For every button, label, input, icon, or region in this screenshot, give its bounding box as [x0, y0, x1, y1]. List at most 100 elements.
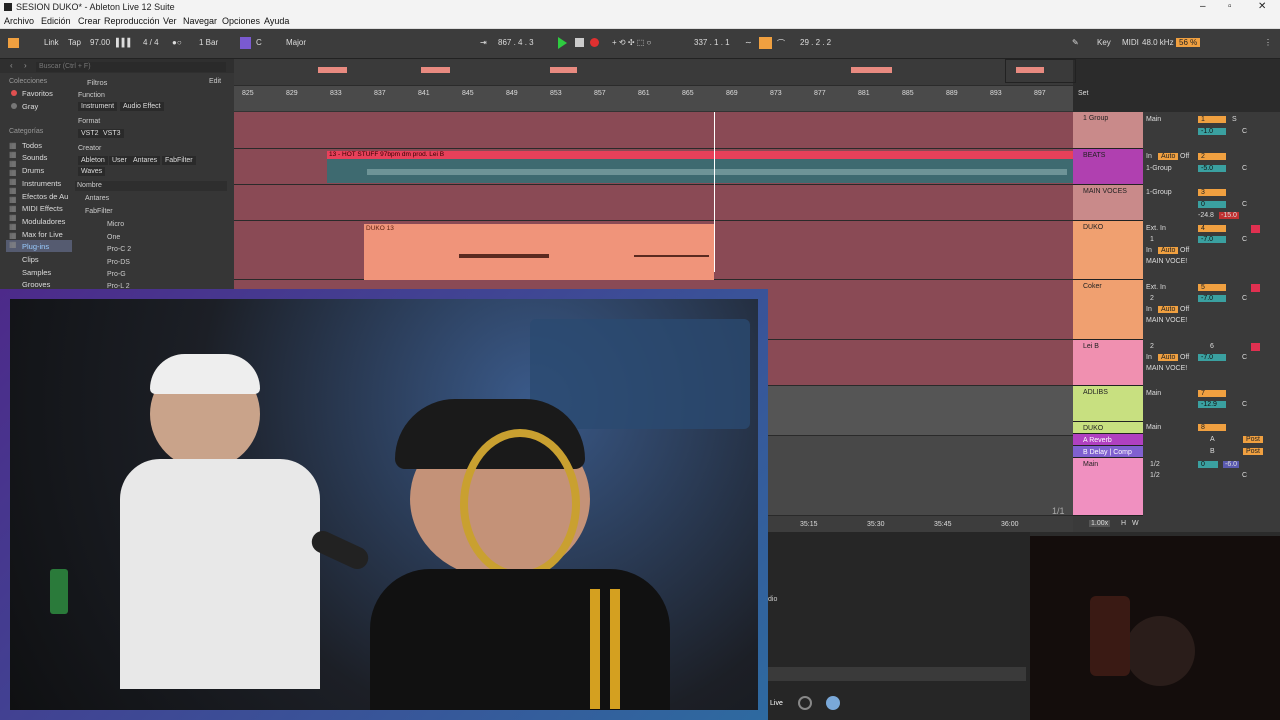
settings-gear-icon[interactable] — [826, 696, 840, 710]
post-button[interactable]: Post — [1243, 436, 1264, 443]
track-route[interactable]: 1-Group — [1146, 189, 1172, 196]
menu-crear[interactable]: Crear — [78, 16, 101, 26]
track-main-voces[interactable]: MAIN VOCES — [1073, 185, 1143, 221]
track-number[interactable]: 2 — [1198, 153, 1226, 160]
name-header[interactable]: Nombre — [77, 182, 102, 189]
tag-waves[interactable]: Waves — [78, 167, 106, 176]
category-samples[interactable]: Samples — [22, 268, 51, 277]
post-button[interactable]: Post — [1243, 448, 1264, 455]
track-adlibs[interactable]: ADLIBS — [1073, 386, 1143, 422]
pan-knob[interactable]: C — [1242, 295, 1247, 302]
tag-user[interactable]: User — [109, 156, 130, 165]
monitor-auto[interactable]: Auto — [1158, 153, 1179, 160]
menu-archivo[interactable]: Archivo — [4, 16, 34, 26]
track-number[interactable]: 4 — [1198, 225, 1226, 232]
track-lei-b[interactable]: Lei B — [1073, 340, 1143, 386]
category-efectos[interactable]: Efectos de Au — [22, 192, 68, 201]
arm-record-icon[interactable] — [1251, 225, 1260, 233]
tree-pro-c2[interactable]: Pro-C 2 — [107, 246, 131, 253]
time-signature-field[interactable]: 4 / 4 — [143, 38, 159, 47]
track-route[interactable]: 1-Group — [1146, 165, 1172, 172]
master-volume[interactable]: 0 — [1198, 461, 1218, 468]
browser-toggle-icon[interactable] — [8, 38, 19, 48]
midi-map-button[interactable]: MIDI — [1122, 38, 1139, 47]
pan-knob[interactable]: C — [1242, 201, 1247, 208]
menu-reproduccion[interactable]: Reproducción — [104, 16, 160, 26]
filters-label[interactable]: Filtros — [87, 78, 107, 87]
return-a-reverb[interactable]: A Reverb — [1073, 434, 1143, 446]
category-max-for-live[interactable]: Max for Live — [22, 230, 63, 239]
back-icon[interactable]: ‹ — [10, 61, 13, 70]
key-select[interactable]: C — [256, 38, 262, 47]
track-destination[interactable]: MAIN VOCE! — [1146, 258, 1187, 265]
pan-knob[interactable]: C — [1242, 472, 1247, 479]
loop-start-field[interactable]: 337 . 1 . 1 — [694, 38, 730, 47]
function-label[interactable]: Function — [78, 92, 105, 99]
monitor-off[interactable]: Off — [1180, 153, 1189, 160]
track-route[interactable]: Main — [1146, 116, 1161, 123]
track-coker[interactable]: Coker — [1073, 280, 1143, 340]
scale-select[interactable]: Major — [286, 38, 306, 47]
return-b-delay[interactable]: B Delay | Comp — [1073, 446, 1143, 458]
track-channel[interactable]: 2 — [1150, 295, 1154, 302]
tree-one[interactable]: One — [107, 234, 120, 241]
clip-beats[interactable]: 13 - HOT STUFF 97bpm dm prod. Lei B — [327, 151, 1073, 183]
play-icon[interactable] — [558, 37, 567, 49]
tree-pro-ds[interactable]: Pro-DS — [107, 259, 130, 266]
menu-ayuda[interactable]: Ayuda — [264, 16, 289, 26]
track-number[interactable]: 3 — [1198, 189, 1226, 196]
tag-vst3[interactable]: VST3 — [100, 129, 124, 138]
close-icon[interactable]: ✕ — [1258, 1, 1266, 12]
w-toggle[interactable]: W — [1132, 520, 1139, 527]
metronome-bars-icon[interactable]: ▌▌▌ — [116, 38, 133, 47]
monitor-in[interactable]: In — [1146, 153, 1152, 160]
song-position-field[interactable]: 867 . 4 . 3 — [498, 38, 534, 47]
track-destination[interactable]: MAIN VOCE! — [1146, 317, 1187, 324]
tag-antares[interactable]: Antares — [130, 156, 161, 165]
tag-fabfilter[interactable]: FabFilter — [162, 156, 196, 165]
loop-length-field[interactable]: 29 . 2 . 2 — [800, 38, 831, 47]
category-todos[interactable]: Todos — [22, 141, 42, 150]
pan-knob[interactable]: C — [1242, 401, 1247, 408]
maximize-icon[interactable]: ▫ — [1228, 1, 1232, 12]
category-plugins[interactable]: Plug-ins — [22, 242, 49, 251]
lane-beats[interactable]: 13 - HOT STUFF 97bpm dm prod. Lei B — [234, 149, 1073, 185]
category-sounds[interactable]: Sounds — [22, 153, 47, 162]
collection-favoritos[interactable]: Favoritos — [22, 89, 53, 98]
track-number[interactable]: 8 — [1198, 424, 1226, 431]
collection-gray[interactable]: Gray — [22, 102, 38, 111]
monitor-off[interactable]: Off — [1180, 306, 1189, 313]
monitor-off[interactable]: Off — [1180, 354, 1189, 361]
track-channel[interactable]: 2 — [1150, 343, 1154, 350]
track-volume[interactable]: -1.0 — [1198, 128, 1226, 135]
master-out[interactable]: 1/2 — [1150, 461, 1160, 468]
clip-duko[interactable]: DUKO 13 — [364, 224, 714, 280]
master-cue[interactable]: 1/2 — [1150, 472, 1160, 479]
category-instruments[interactable]: Instruments — [22, 179, 61, 188]
tap-button[interactable]: Tap — [68, 38, 81, 47]
lane-duko[interactable]: DUKO 13 — [234, 221, 1073, 280]
tree-antares[interactable]: Antares — [85, 195, 109, 202]
pan-knob[interactable]: C — [1242, 128, 1247, 135]
h-toggle[interactable]: H — [1121, 520, 1126, 527]
menu-edicion[interactable]: Edición — [41, 16, 71, 26]
search-input[interactable]: Buscar (Ctrl + F) — [36, 62, 226, 72]
record-icon[interactable] — [590, 38, 599, 47]
lane-main-voces[interactable] — [234, 185, 1073, 221]
punch-out-icon[interactable]: ⌒ — [777, 38, 785, 49]
monitor-in[interactable]: In — [1146, 354, 1152, 361]
creator-label[interactable]: Creator — [78, 145, 101, 152]
track-route[interactable]: Main — [1146, 390, 1161, 397]
monitor-auto[interactable]: Auto — [1158, 247, 1179, 254]
track-route[interactable]: Ext. In — [1146, 225, 1166, 232]
taskbar-app-icon[interactable] — [798, 696, 812, 710]
monitor-in[interactable]: In — [1146, 306, 1152, 313]
follow-icon[interactable]: ⇥ — [480, 38, 487, 47]
pan-knob[interactable]: C — [1242, 354, 1247, 361]
track-1-group[interactable]: 1 Group — [1073, 112, 1143, 149]
minimize-icon[interactable]: – — [1200, 1, 1206, 12]
key-map-button[interactable]: Key — [1097, 38, 1111, 47]
tag-ableton[interactable]: Ableton — [78, 156, 108, 165]
track-number[interactable]: 7 — [1198, 390, 1226, 397]
tag-instrument[interactable]: Instrument — [78, 102, 118, 111]
